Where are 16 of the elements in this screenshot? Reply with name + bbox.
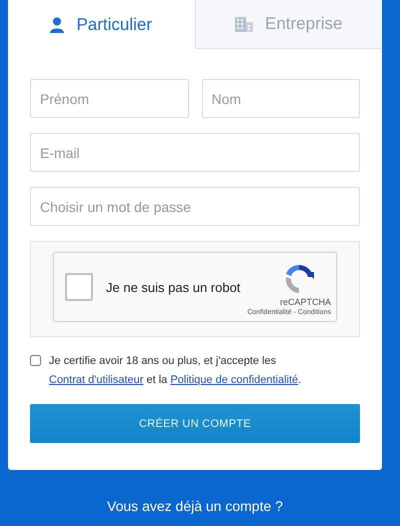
input-field[interactable]: Nom	[202, 79, 360, 118]
brand-label: reCAPTCHA	[280, 296, 331, 306]
login-prompt[interactable]: Vous avez déjà un compte ?	[107, 498, 283, 514]
building-icon	[235, 16, 253, 32]
checkbox[interactable]	[30, 355, 41, 366]
person-icon	[50, 16, 64, 32]
input-field[interactable]: Prénom	[30, 79, 188, 118]
input-field[interactable]: Choisir un mot de passe	[30, 187, 360, 226]
input-field[interactable]: E-mail	[30, 133, 360, 172]
recaptcha-icon	[283, 262, 315, 294]
checkbox[interactable]	[65, 273, 93, 301]
checkbox-label: Je ne suis pas un robot	[106, 280, 242, 294]
link[interactable]: Contrat d'utilisateur	[49, 374, 144, 386]
link[interactable]: Politique de confidentialité	[170, 374, 298, 386]
consent-text: Je certifie avoir 18 ans ou plus, et j'accepte les Contrat d'utilisateur et la Politique de confidentialité.	[49, 354, 302, 388]
create-account-button[interactable]: CRÉER UN COMPTE	[30, 404, 360, 443]
